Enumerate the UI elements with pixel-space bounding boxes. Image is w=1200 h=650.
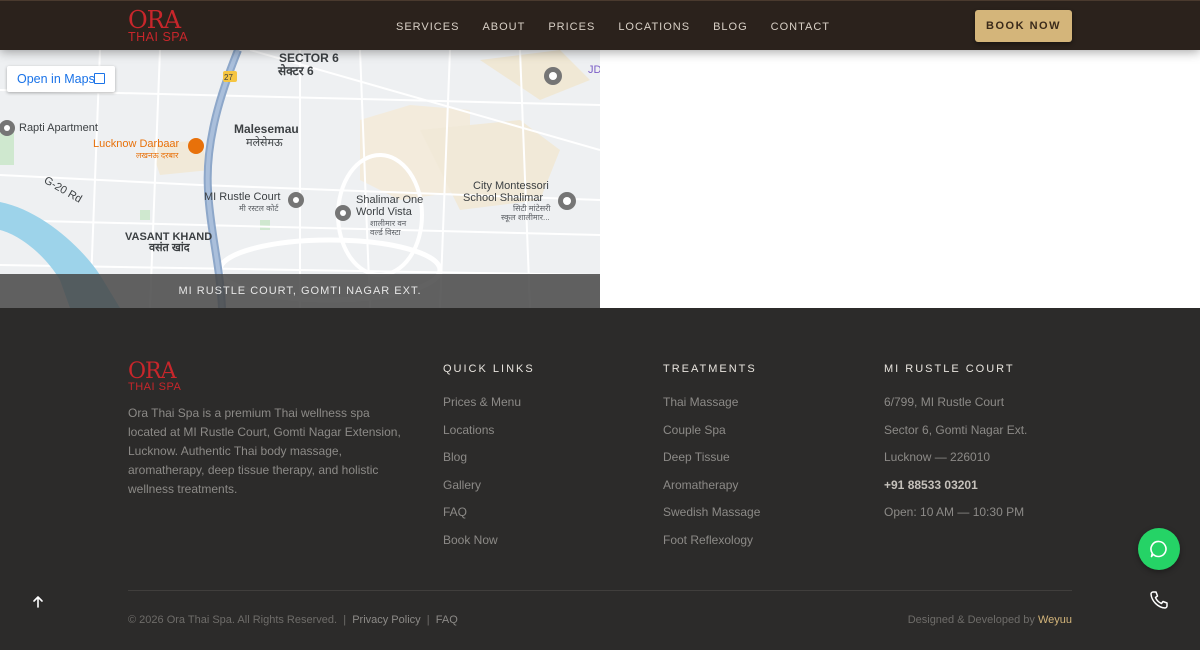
footer-logo-subtitle: THAI SPA [128, 381, 182, 393]
treatment-link-foot[interactable]: Foot Reflexology [663, 533, 760, 547]
map-label-darbaar-hi: लखनऊ दरबार [136, 151, 179, 160]
footer-faq-link[interactable]: FAQ [436, 614, 458, 626]
treatments-heading: TREATMENTS [663, 363, 757, 375]
treatment-link-deep-tissue[interactable]: Deep Tissue [663, 450, 760, 464]
open-in-maps-label: Open in Maps [17, 72, 95, 86]
footer-location: MI RUSTLE COURT 6/799, MI Rustle Court S… [884, 362, 1027, 533]
open-in-maps-button[interactable]: Open in Maps [7, 66, 115, 92]
map-label-malesemau: Malesemau [234, 122, 299, 136]
nav-link-contact[interactable]: CONTACT [771, 20, 830, 34]
nav-link-blog[interactable]: BLOG [713, 20, 748, 34]
content-blank-area [600, 50, 1200, 308]
brand-logo[interactable]: ORA THAI SPA [128, 7, 198, 46]
footer-logo[interactable]: ORA THAI SPA [128, 359, 198, 393]
footer-description: Ora Thai Spa is a premium Thai wellness … [128, 406, 401, 496]
address-line-2: Sector 6, Gomti Nagar Ext. [884, 422, 1028, 437]
whatsapp-button[interactable] [1138, 528, 1180, 570]
nav-link-prices[interactable]: PRICES [548, 20, 595, 34]
copyright-bar: © 2026 Ora Thai Spa. All Rights Reserved… [128, 613, 458, 627]
separator: | [426, 614, 430, 626]
phone-icon [1150, 591, 1168, 609]
map-label-malesemau-hi: मलेसेमऊ [246, 137, 283, 149]
nav-menu: SERVICES ABOUT PRICES LOCATIONS BLOG CON… [396, 20, 853, 34]
book-now-button[interactable]: BOOK NOW [975, 10, 1072, 42]
map-label-darbaar: Lucknow Darbaar [93, 138, 180, 150]
map-label-shalimar: Shalimar One [356, 194, 424, 206]
treatment-link-thai[interactable]: Thai Massage [663, 395, 760, 409]
footer-divider [128, 590, 1072, 591]
treatment-link-aromatherapy[interactable]: Aromatherapy [663, 478, 760, 492]
privacy-policy-link[interactable]: Privacy Policy [352, 614, 420, 626]
address-line-3: Lucknow — 226010 [884, 450, 991, 464]
footer-link-faq[interactable]: FAQ [443, 505, 535, 519]
chat-bubble-icon [1150, 540, 1167, 558]
map-label-sector-hi: सेक्टर 6 [278, 64, 314, 78]
map-label-shalimar-hi2: वर्ल्ड विस्टा [370, 228, 401, 237]
separator: | [343, 614, 347, 626]
footer-link-book-now[interactable]: Book Now [443, 533, 535, 547]
credit-brand-link[interactable]: Weyuu [1038, 614, 1072, 626]
copyright-text: © 2026 Ora Thai Spa. All Rights Reserved… [128, 614, 338, 626]
nav-link-services[interactable]: SERVICES [396, 20, 459, 34]
map-label-jd: JD [588, 64, 600, 76]
map-label-vasant-hi: वसंत खांद [149, 242, 190, 254]
treatment-link-swedish[interactable]: Swedish Massage [663, 505, 760, 519]
footer-quick-links: QUICK LINKS Prices & Menu Locations Blog… [443, 362, 535, 560]
navbar: ORA THAI SPA SERVICES ABOUT PRICES LOCAT… [0, 0, 1200, 50]
back-to-top-button[interactable] [28, 592, 48, 612]
nav-link-about[interactable]: ABOUT [482, 20, 525, 34]
footer-link-locations[interactable]: Locations [443, 423, 535, 437]
address-line-1: 6/799, MI Rustle Court [884, 395, 1005, 409]
footer-link-blog[interactable]: Blog [443, 450, 535, 464]
arrow-up-icon [33, 596, 43, 608]
footer-link-gallery[interactable]: Gallery [443, 478, 535, 492]
external-link-icon [94, 73, 105, 84]
map-label-sector: SECTOR 6 [279, 51, 339, 65]
phone-call-button[interactable] [1148, 589, 1170, 611]
map-label-mi-rustle-hi: मी रस्टल कोर्ट [239, 204, 279, 213]
map-label-city-montessori: City Montessori [473, 180, 549, 192]
map-label-school-hi2: स्कूल शालीमार... [501, 213, 550, 222]
map-road-shield: 27 [224, 73, 233, 82]
credit-text: Designed & Developed by Weyuu [908, 613, 1072, 627]
site-footer: ORA THAI SPA Ora Thai Spa is a premium T… [0, 308, 1200, 650]
location-map[interactable]: Open in Maps SECTOR 6 सेक्टर 6 27 JD Rap… [0, 50, 600, 308]
logo-subtitle: THAI SPA [128, 30, 189, 44]
map-label-mi-rustle: MI Rustle Court [204, 191, 281, 203]
quick-links-heading: QUICK LINKS [443, 363, 535, 375]
credit-prefix: Designed & Developed by [907, 614, 1035, 626]
treatment-link-couple[interactable]: Couple Spa [663, 423, 760, 437]
nav-link-locations[interactable]: LOCATIONS [618, 20, 690, 34]
map-label-shalimar2: World Vista [356, 206, 412, 218]
opening-hours: Open: 10 AM — 10:30 PM [884, 505, 1025, 519]
location-heading: MI RUSTLE COURT [884, 363, 1015, 375]
phone-link[interactable]: +91 88533 03201 [884, 478, 1027, 492]
map-caption: MI RUSTLE COURT, GOMTI NAGAR EXT. [0, 274, 600, 308]
footer-treatments: TREATMENTS Thai Massage Couple Spa Deep … [663, 362, 760, 560]
map-label-rapti: Rapti Apartment [19, 122, 98, 134]
footer-link-prices[interactable]: Prices & Menu [443, 395, 535, 409]
